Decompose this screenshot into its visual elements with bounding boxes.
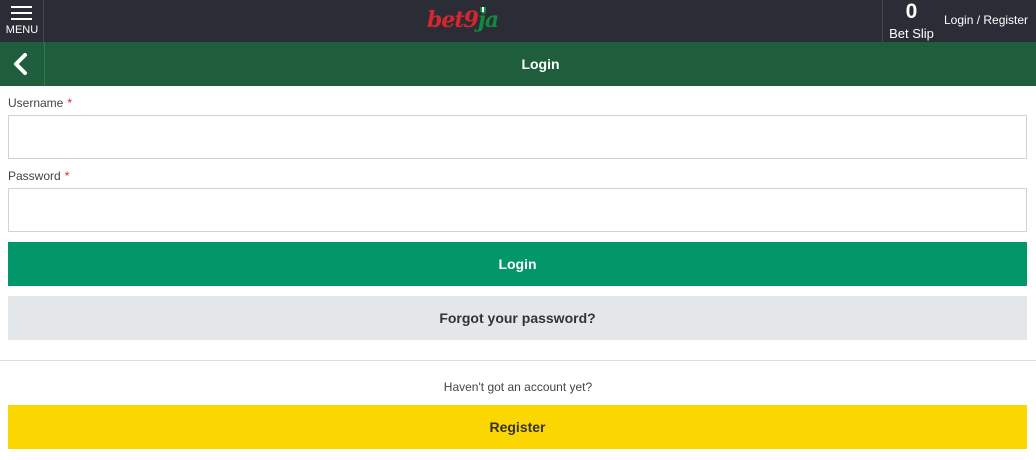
password-label: Password * xyxy=(8,169,70,183)
bet-slip-button[interactable]: 0 Bet Slip xyxy=(882,0,939,42)
username-input[interactable] xyxy=(8,115,1027,159)
menu-button[interactable]: MENU xyxy=(0,0,44,42)
divider xyxy=(0,360,1036,361)
chevron-left-icon xyxy=(14,53,27,75)
required-mark: * xyxy=(67,96,73,110)
back-button[interactable] xyxy=(0,42,45,86)
page-titlebar: Login xyxy=(0,42,1036,86)
bet-slip-count: 0 xyxy=(905,0,918,23)
menu-label: MENU xyxy=(5,24,39,36)
top-header: MENU bet9ja 0 Bet Slip Login / Register xyxy=(0,0,1036,42)
login-button[interactable]: Login xyxy=(8,242,1027,286)
bet-slip-label: Bet Slip xyxy=(889,26,934,41)
password-input[interactable] xyxy=(8,188,1027,232)
bet9ja-logo[interactable]: bet9ja xyxy=(427,4,507,36)
forgot-password-button[interactable]: Forgot your password? xyxy=(8,296,1027,340)
required-mark: * xyxy=(64,169,70,183)
page-title: Login xyxy=(521,56,560,72)
login-register-link[interactable]: Login / Register xyxy=(944,12,1028,28)
username-label: Username * xyxy=(8,96,73,110)
flag-icon xyxy=(480,7,486,12)
hamburger-icon xyxy=(11,6,32,21)
no-account-prompt: Haven't got an account yet? xyxy=(443,380,593,394)
register-button[interactable]: Register xyxy=(8,405,1027,449)
